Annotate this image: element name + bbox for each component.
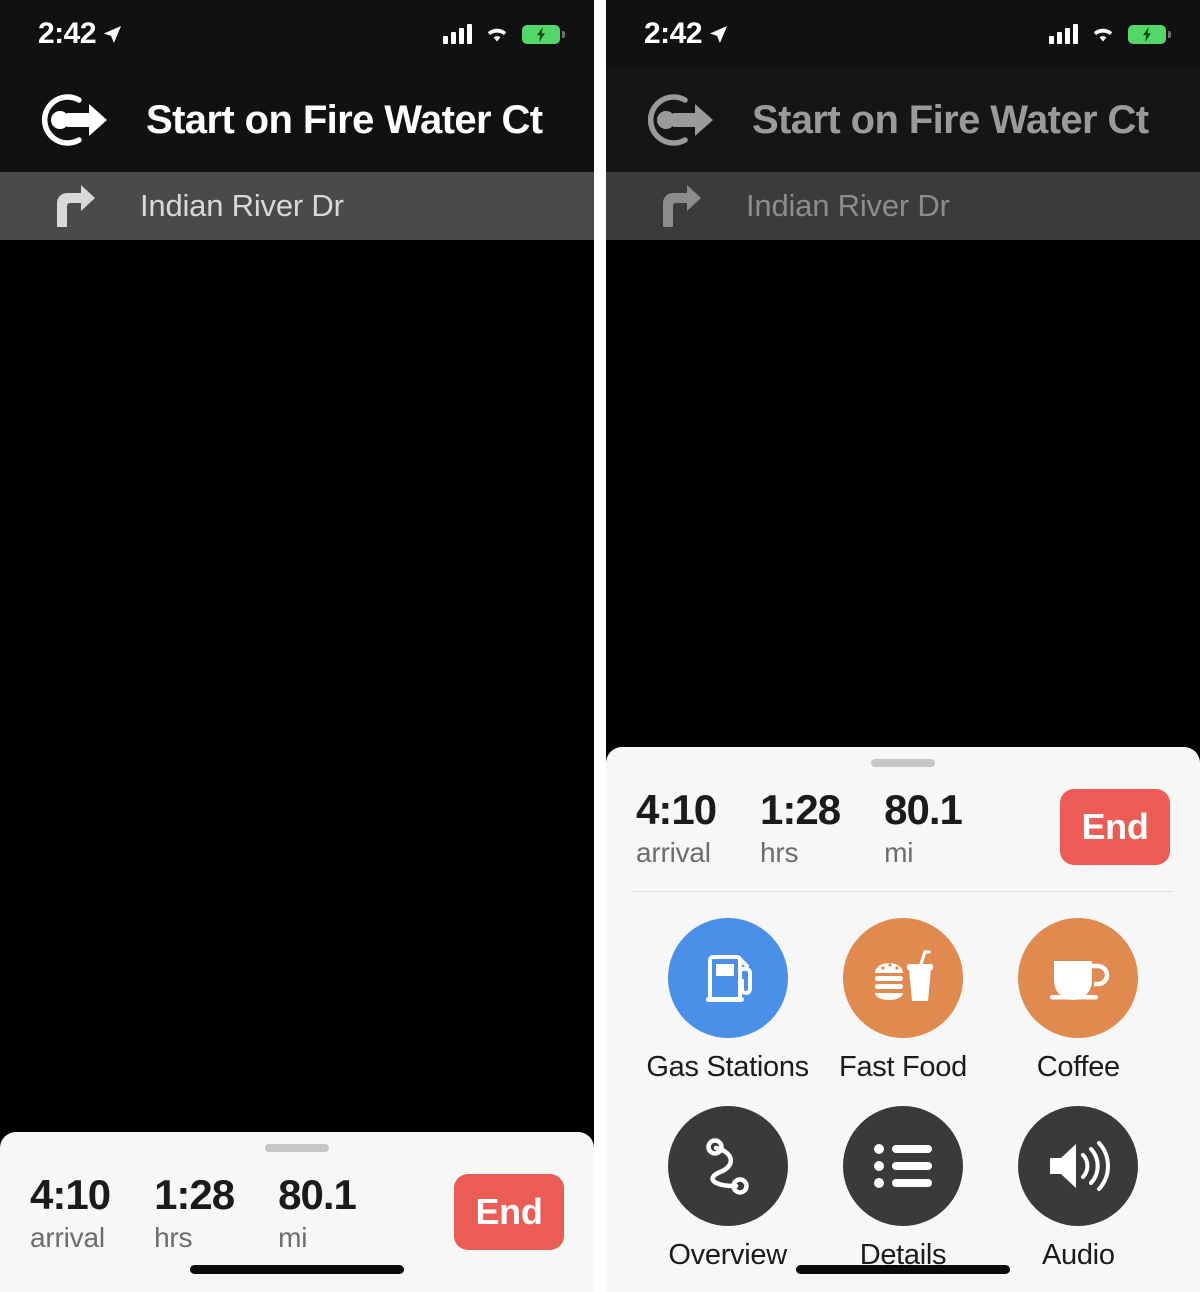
stat-duration: 1:28 hrs (154, 1171, 235, 1254)
stat-duration-value: 1:28 (154, 1171, 235, 1218)
stat-arrival-value: 4:10 (30, 1171, 111, 1218)
home-indicator-bar (795, 1265, 1010, 1274)
route-overview-icon (667, 1106, 788, 1226)
battery-charging-icon (522, 24, 566, 44)
stat-duration-label: hrs (760, 837, 799, 868)
stat-distance-label: mi (884, 837, 914, 868)
battery-charging-icon (1128, 24, 1171, 44)
trip-stats-row: 4:10 arrival 1:28 hrs 80.1 mi End (606, 767, 1200, 869)
stat-arrival: 4:10 arrival (635, 786, 717, 869)
stat-arrival-label: arrival (635, 837, 711, 868)
status-bar-clock: 2:42 (643, 17, 703, 50)
trip-actions-sheet[interactable]: 4:10 arrival 1:28 hrs 80.1 mi End Gas St… (605, 747, 1200, 1292)
quick-action-label: Gas Stations (646, 1051, 809, 1083)
screenshot-stage: 2:42 Start on Fire Water Ct Indian River… (0, 0, 1200, 1292)
home-indicator-bar (190, 1265, 404, 1274)
quick-action-fast-food[interactable]: Fast Food (815, 918, 990, 1084)
left-phone-screen: 2:42 Start on Fire Water Ct Indian River… (0, 0, 595, 1292)
speaker-volume-icon (1018, 1106, 1139, 1226)
right-phone-screen: 2:42 Start on Fire Water Ct Indian River… (605, 0, 1200, 1292)
list-details-icon (842, 1106, 963, 1226)
quick-action-gas-stations[interactable]: Gas Stations (640, 918, 815, 1084)
end-navigation-button[interactable]: End (454, 1174, 565, 1250)
quick-action-audio[interactable]: Audio (991, 1106, 1166, 1272)
wifi-icon (1093, 28, 1113, 42)
quick-action-label: Coffee (1036, 1051, 1120, 1083)
page-title: Start on Fire Water Ct (751, 97, 1149, 142)
burger-drink-icon (842, 918, 963, 1038)
status-bar-right (1049, 24, 1171, 44)
quick-action-label: Fast Food (839, 1051, 967, 1083)
stat-distance-value: 80.1 (884, 786, 963, 833)
status-bar-left: 2:42 (38, 17, 122, 51)
navigation-header: Start on Fire Water Ct (0, 68, 595, 172)
status-bar-left: 2:42 (644, 17, 728, 51)
location-arrow-icon (709, 25, 728, 43)
page-title: Start on Fire Water Ct (146, 97, 543, 142)
stat-arrival-label: arrival (30, 1222, 105, 1253)
status-bar: 2:42 (605, 0, 1200, 68)
coffee-cup-icon (1018, 918, 1139, 1038)
quick-actions-grid: Gas Stations Fast Food Coffee Overview D… (606, 892, 1200, 1272)
next-step-row[interactable]: Indian River Dr (0, 172, 595, 240)
sheet-grabber-handle[interactable] (870, 759, 935, 767)
quick-action-overview[interactable]: Overview (640, 1106, 815, 1272)
stat-distance: 80.1 mi (278, 1171, 357, 1254)
stat-arrival-value: 4:10 (635, 786, 717, 833)
depart-route-icon (41, 94, 107, 146)
stat-distance-value: 80.1 (278, 1171, 357, 1218)
status-bar-clock: 2:42 (38, 17, 97, 50)
quick-action-coffee[interactable]: Coffee (991, 918, 1166, 1084)
quick-action-label: Audio (1041, 1239, 1115, 1271)
stat-arrival: 4:10 arrival (30, 1171, 111, 1254)
quick-action-details[interactable]: Details (815, 1106, 990, 1272)
stat-duration-value: 1:28 (760, 786, 841, 833)
next-street-label: Indian River Dr (745, 188, 950, 223)
trip-stats-row: 4:10 arrival 1:28 hrs 80.1 mi End (0, 1152, 594, 1254)
turn-right-icon (57, 185, 95, 227)
next-street-label: Indian River Dr (140, 188, 344, 223)
location-arrow-icon (103, 25, 122, 43)
stat-duration: 1:28 hrs (760, 786, 841, 869)
panel-seam-divider (594, 0, 600, 1292)
stat-duration-label: hrs (154, 1222, 193, 1253)
status-bar: 2:42 (0, 0, 595, 68)
stat-distance-label: mi (278, 1222, 308, 1253)
wifi-icon (487, 28, 507, 42)
cellular-signal-icon (1049, 24, 1078, 44)
next-step-row[interactable]: Indian River Dr (605, 172, 1200, 240)
depart-route-icon (647, 94, 713, 146)
quick-action-label: Overview (668, 1239, 787, 1271)
gas-pump-icon (667, 918, 788, 1038)
cellular-signal-icon (443, 24, 473, 44)
turn-right-icon (662, 185, 701, 227)
stat-distance: 80.1 mi (884, 786, 963, 869)
sheet-grabber-handle[interactable] (265, 1144, 329, 1152)
navigation-header: Start on Fire Water Ct (605, 68, 1200, 172)
status-bar-right (443, 24, 566, 44)
end-navigation-button[interactable]: End (1060, 789, 1170, 865)
trip-summary-sheet[interactable]: 4:10 arrival 1:28 hrs 80.1 mi End (0, 1132, 595, 1292)
